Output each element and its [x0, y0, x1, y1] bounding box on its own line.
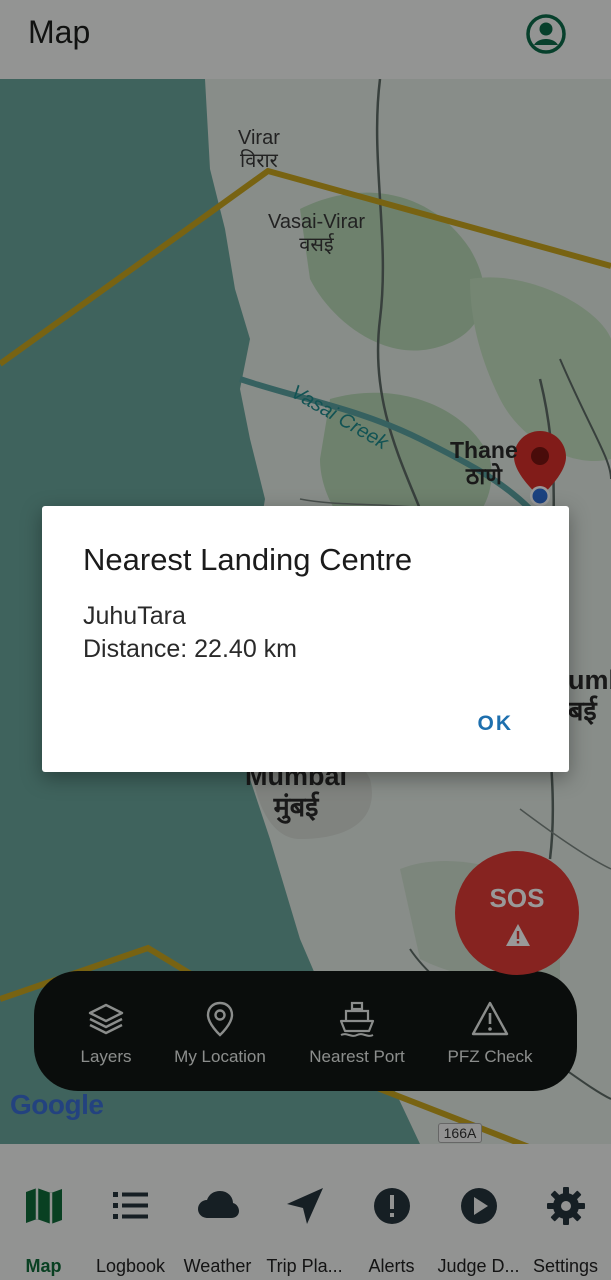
dialog-body: JuhuTara Distance: 22.40 km — [83, 600, 297, 666]
landing-centre-distance: Distance: 22.40 km — [83, 635, 297, 663]
ok-button[interactable]: OK — [478, 712, 514, 736]
nearest-landing-centre-dialog: Nearest Landing Centre JuhuTara Distance… — [42, 506, 569, 772]
dialog-title: Nearest Landing Centre — [83, 542, 413, 577]
landing-centre-name: JuhuTara — [83, 602, 186, 630]
